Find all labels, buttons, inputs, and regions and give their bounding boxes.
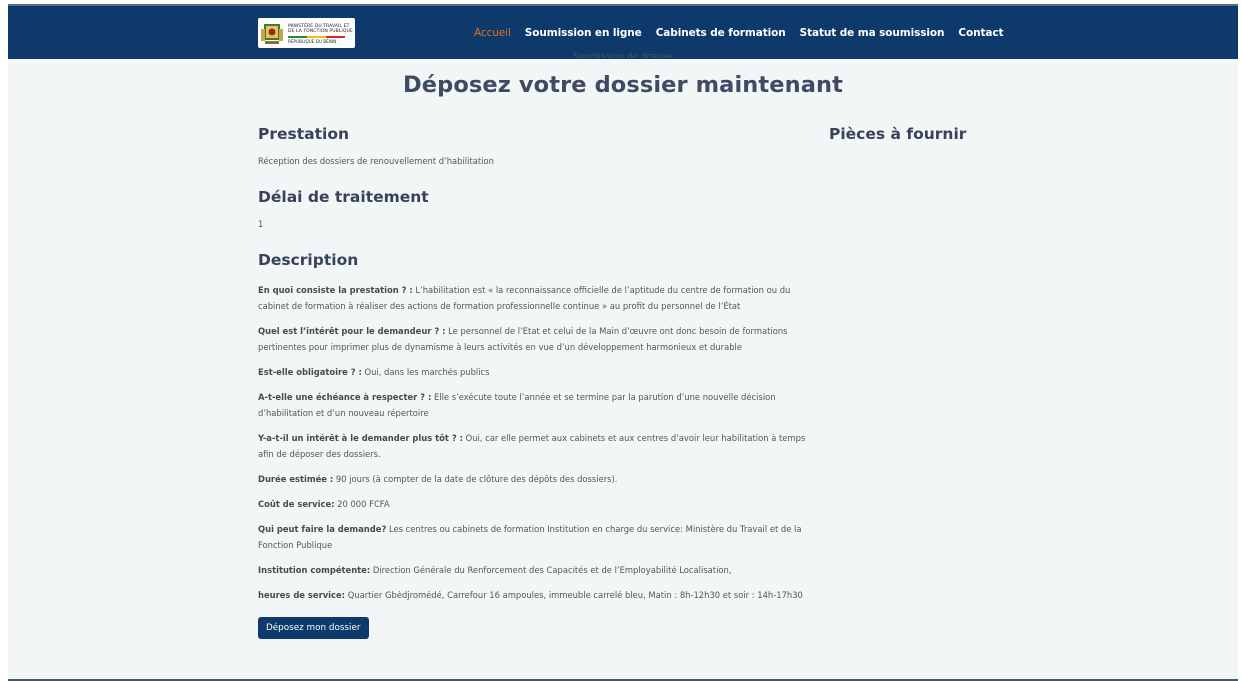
prestation-text: Réception des dossiers de renouvellement… [258,156,494,166]
logo-line-2: DE LA FONCTION PUBLIQUE [288,29,353,34]
desc-label: Quel est l’intérêt pour le demandeur ? : [258,326,446,336]
desc-label: Est-elle obligatoire ? : [258,367,362,377]
desc-label: Y-a-t-il un intérêt à le demander plus t… [258,433,463,443]
breadcrumb: Soumission de dossier [572,52,674,58]
coat-of-arms-icon [261,24,283,44]
desc-label: Durée estimée : [258,474,334,484]
nav-cabinets-de-formation[interactable]: Cabinets de formation [656,27,786,39]
description-heading: Description [258,251,359,269]
desc-label: En quoi consiste la prestation ? : [258,285,413,295]
nav-soumission-en-ligne[interactable]: Soumission en ligne [525,27,642,39]
delai-value: 1 [258,219,264,229]
pieces-heading: Pièces à fournir [829,125,967,143]
desc-item: Qui peut faire la demande? Les centres o… [258,521,818,553]
desc-text: Oui, dans les marchés publics [361,367,490,377]
submit-dossier-button[interactable]: Déposez mon dossier [258,617,369,639]
page-frame: MINISTÈRE DU TRAVAIL ET DE LA FONCTION P… [8,4,1238,681]
desc-item: Quel est l’intérêt pour le demandeur ? :… [258,323,818,355]
flag-stripe [288,36,346,38]
desc-item: heures de service: Quartier Gbèdjromédé,… [258,587,818,603]
ministry-logo[interactable]: MINISTÈRE DU TRAVAIL ET DE LA FONCTION P… [258,18,355,48]
desc-label: Qui peut faire la demande? [258,524,387,534]
desc-item: Institution compétente: Direction Généra… [258,562,818,578]
desc-item: Coût de service: 20 000 FCFA [258,496,818,512]
desc-text: Quartier Gbèdjromédé, Carrefour 16 ampou… [345,590,803,600]
page-title: Déposez votre dossier maintenant [403,72,843,98]
desc-label: Institution compétente: [258,565,371,575]
nav-accueil[interactable]: Accueil [474,27,511,39]
logo-line-3: RÉPUBLIQUE DU BÉNIN [288,39,337,44]
desc-label: A-t-elle une échéance à respecter ? : [258,392,432,402]
desc-label: heures de service: [258,590,346,600]
desc-item: A-t-elle une échéance à respecter ? : El… [258,389,818,421]
desc-text: Direction Générale du Renforcement des C… [370,565,732,575]
desc-item: Y-a-t-il un intérêt à le demander plus t… [258,430,818,462]
desc-item: Durée estimée : 90 jours (à compter de l… [258,471,818,487]
desc-label: Coût de service: [258,499,335,509]
nav-contact[interactable]: Contact [958,27,1003,39]
desc-item: En quoi consiste la prestation ? : L’hab… [258,282,818,314]
desc-item: Est-elle obligatoire ? : Oui, dans les m… [258,364,818,380]
desc-text: 90 jours (à compter de la date de clôtur… [333,474,618,484]
delai-heading: Délai de traitement [258,188,429,206]
prestation-heading: Prestation [258,125,350,143]
nav-statut-soumission[interactable]: Statut de ma soumission [800,27,945,39]
description-body: En quoi consiste la prestation ? : L’hab… [258,282,818,603]
desc-text: 20 000 FCFA [334,499,390,509]
